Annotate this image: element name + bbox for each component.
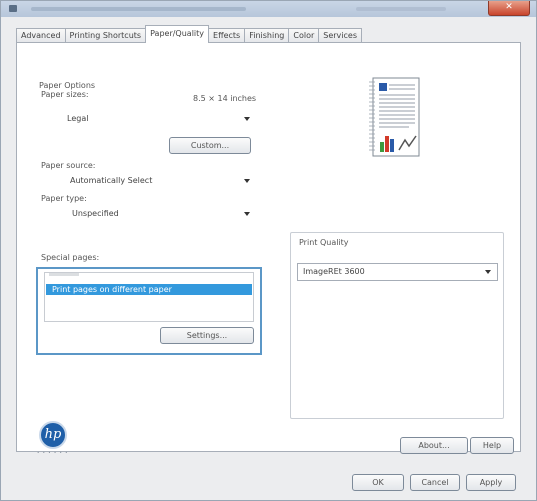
- special-pages-settings-button[interactable]: Settings...: [160, 327, 254, 344]
- hp-logo-dots: • • • • • •: [37, 450, 69, 455]
- tab-effects[interactable]: Effects: [208, 28, 246, 43]
- special-pages-list[interactable]: Print pages on different paper: [44, 272, 254, 322]
- print-quality-dropdown[interactable]: ImageREt 3600: [297, 263, 498, 281]
- window-title-blurred: [31, 7, 246, 11]
- chevron-down-icon: [244, 117, 250, 121]
- paper-size-dropdown[interactable]: Legal: [41, 111, 257, 125]
- chevron-down-icon: [244, 179, 250, 183]
- printer-properties-window: ✕ Advanced Printing Shortcuts Paper/Qual…: [0, 0, 537, 501]
- ok-button[interactable]: OK: [352, 474, 404, 491]
- paper-type-value: Unspecified: [72, 209, 119, 218]
- tab-finishing[interactable]: Finishing: [244, 28, 290, 43]
- about-button[interactable]: About...: [400, 437, 468, 454]
- help-button[interactable]: Help: [470, 437, 514, 454]
- tab-printing-shortcuts[interactable]: Printing Shortcuts: [64, 28, 147, 43]
- paper-type-label: Paper type:: [41, 194, 87, 203]
- cancel-button[interactable]: Cancel: [410, 474, 460, 491]
- close-icon: ✕: [505, 2, 513, 12]
- list-item-partial: [49, 273, 79, 276]
- paper-size-value: Legal: [67, 114, 89, 123]
- chevron-down-icon: [485, 270, 491, 274]
- window-subtitle-blurred: [356, 7, 446, 11]
- print-quality-value: ImageREt 3600: [303, 267, 365, 276]
- print-quality-group: [290, 232, 504, 419]
- print-quality-label: Print Quality: [298, 238, 350, 247]
- paper-source-value: Automatically Select: [70, 176, 153, 185]
- tab-color[interactable]: Color: [288, 28, 320, 43]
- title-bar[interactable]: ✕: [1, 1, 536, 17]
- chevron-down-icon: [244, 212, 250, 216]
- special-pages-label: Special pages:: [41, 253, 100, 262]
- tab-services[interactable]: Services: [318, 28, 362, 43]
- special-pages-highlight: Print pages on different paper Settings.…: [36, 267, 262, 355]
- tab-paper-quality[interactable]: Paper/Quality: [145, 25, 210, 43]
- paper-size-label: Paper sizes:: [41, 90, 89, 99]
- paper-type-dropdown[interactable]: Unspecified: [41, 206, 257, 220]
- paper-source-label: Paper source:: [41, 161, 96, 170]
- custom-paper-size-button[interactable]: Custom...: [169, 137, 251, 154]
- list-item-selected[interactable]: Print pages on different paper: [46, 284, 252, 295]
- tab-advanced[interactable]: Advanced: [16, 28, 66, 43]
- apply-button[interactable]: Apply: [466, 474, 516, 491]
- paper-size-dimensions: 8.5 × 14 inches: [193, 94, 257, 103]
- hp-logo: hp: [39, 421, 67, 449]
- printer-app-icon: [9, 5, 17, 12]
- close-button[interactable]: ✕: [488, 1, 530, 16]
- tab-strip: Advanced Printing Shortcuts Paper/Qualit…: [16, 25, 362, 43]
- document-preview-icon: [369, 77, 420, 157]
- paper-options-group-label: Paper Options: [39, 81, 96, 90]
- paper-source-dropdown[interactable]: Automatically Select: [41, 173, 257, 187]
